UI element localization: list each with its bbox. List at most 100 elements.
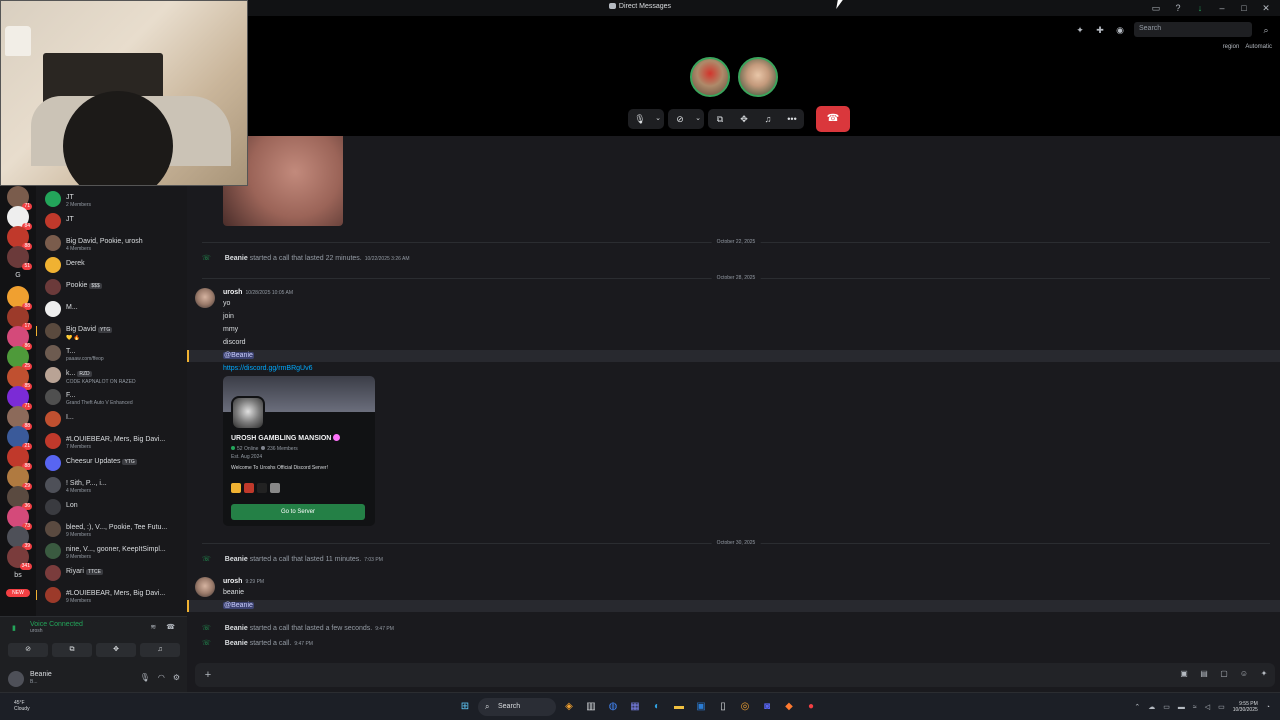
word-icon[interactable]: ▣ [692, 698, 710, 716]
gif-icon[interactable]: ▤ [1199, 669, 1209, 679]
help-icon[interactable]: ? [1172, 2, 1184, 14]
end-call-button[interactable]: ☎ [816, 106, 850, 132]
notepad-icon[interactable]: ▯ [714, 698, 732, 716]
region-selector[interactable]: region Automatic [1223, 44, 1272, 50]
sticker-icon[interactable]: ▢ [1219, 669, 1229, 679]
pin-icon[interactable]: ✦ [1074, 24, 1086, 36]
dm-item[interactable]: JT [36, 210, 187, 232]
noise-suppression-icon[interactable]: ≋ [150, 623, 156, 631]
dm-item[interactable]: Big David YTG 💛 🔥 [36, 320, 187, 342]
dm-item[interactable]: Riyari TTCE [36, 562, 187, 584]
call-user[interactable]: Beanie [225, 255, 248, 262]
message-composer[interactable]: + ▣ ▤ ▢ ☺ ✦ [195, 663, 1275, 687]
server-icon[interactable]: 17 [7, 306, 32, 330]
inbox-icon[interactable]: ▭ [1150, 2, 1162, 14]
microphone-icon[interactable]: 🎙 [140, 673, 150, 682]
dm-item[interactable]: k... RZD CODE KAPNALOT ON RAZED [36, 364, 187, 386]
participant-avatar[interactable] [690, 57, 730, 97]
avatar[interactable] [195, 577, 215, 597]
more-icon[interactable]: ••• [780, 109, 804, 129]
notifications-icon[interactable]: ◔ [1266, 704, 1270, 711]
wifi-icon[interactable]: ≈ [1193, 704, 1197, 711]
server-icon[interactable]: 71 [7, 386, 32, 410]
display-icon[interactable]: ▬ [1178, 704, 1185, 711]
settings-gear-icon[interactable]: ⚙ [173, 673, 180, 682]
voice-channel[interactable]: urosh [30, 628, 83, 634]
user-profile-icon[interactable]: ◉ [1114, 24, 1126, 36]
user-name[interactable]: Beanie [30, 671, 52, 678]
activity-icon[interactable]: ✥ [96, 643, 136, 657]
dm-item[interactable]: #LOUIEBEAR, Mers, Big Davi... 7 Members [36, 430, 187, 452]
server-icon[interactable]: 85 [7, 366, 32, 390]
participant-avatar[interactable] [738, 57, 778, 97]
soundboard-icon[interactable]: ♫ [140, 643, 180, 657]
dm-item[interactable]: ! Sith, P..., i... 4 Members [36, 474, 187, 496]
dm-item[interactable]: JT 2 Members [36, 188, 187, 210]
network-icon[interactable]: ▭ [1163, 703, 1170, 711]
server-icon[interactable]: 341 [7, 546, 32, 570]
chevron-up-icon[interactable]: ⌃ [1134, 703, 1140, 711]
server-icon[interactable]: 86 [7, 326, 32, 350]
battery-icon[interactable]: ▭ [1218, 703, 1225, 711]
dm-item[interactable]: Derek [36, 254, 187, 276]
activity-icon[interactable]: ✥ [732, 109, 756, 129]
dm-item[interactable]: Pookie $$$ [36, 276, 187, 298]
browser-icon[interactable]: ◎ [736, 698, 754, 716]
windows-start-icon[interactable]: ⊞ [456, 698, 474, 716]
weather-widget[interactable]: 45°F Cloudy [14, 700, 30, 712]
call-user[interactable]: Beanie [225, 625, 248, 632]
emoji-icon[interactable]: ☺ [1239, 669, 1249, 679]
app-icon[interactable]: ● [802, 698, 820, 716]
invite-link[interactable]: https://discord.gg/rmBRgUv6 [223, 365, 312, 372]
gift-icon[interactable]: ▣ [1179, 669, 1189, 679]
screen-share-icon[interactable]: ⧉ [52, 643, 92, 657]
server-icon[interactable]: 39 [7, 526, 32, 550]
server-icon[interactable]: 88 [7, 286, 32, 310]
dm-item[interactable]: #LOUIEBEAR, Mers, Big Davi... 9 Members [36, 584, 187, 606]
message-author[interactable]: urosh [223, 578, 242, 585]
dm-item[interactable]: bleed, :), V..., Pookie, Tee Futu... 9 Me… [36, 518, 187, 540]
dm-item[interactable]: Cheesur Updates YTG [36, 452, 187, 474]
user-mention[interactable]: @Beanie [223, 602, 254, 609]
server-icon[interactable]: 88 [7, 226, 32, 250]
camera-off-icon[interactable]: ⊘ [8, 643, 48, 657]
avatar[interactable] [8, 671, 24, 687]
message-author[interactable]: urosh [223, 289, 242, 296]
dm-item[interactable]: I... [36, 408, 187, 430]
camera-off-icon[interactable]: ⊘ [668, 109, 692, 129]
plus-icon[interactable]: + [201, 668, 215, 682]
dm-item[interactable]: M... [36, 298, 187, 320]
maximize-button[interactable]: □ [1238, 2, 1250, 14]
soundboard-icon[interactable]: ♫ [756, 109, 780, 129]
close-button[interactable]: ✕ [1260, 2, 1272, 14]
call-user[interactable]: Beanie [225, 556, 248, 563]
avatar[interactable] [195, 288, 215, 308]
disconnect-icon[interactable]: ☎ [166, 623, 175, 631]
dm-item[interactable]: T... paaaw.com/ffeop [36, 342, 187, 364]
user-mention[interactable]: @Beanie [223, 352, 254, 359]
new-badge[interactable]: NEW [6, 589, 30, 597]
server-icon[interactable]: 29 [7, 466, 32, 490]
apps-icon[interactable]: ✦ [1259, 669, 1269, 679]
widgets-icon[interactable]: ◈ [560, 698, 578, 716]
file-explorer-icon[interactable]: ▬ [670, 698, 688, 716]
cloud-icon[interactable]: ☁ [1148, 703, 1155, 711]
server-icon[interactable]: 73 [7, 506, 32, 530]
dm-item[interactable]: nine, V..., gooner, KeepItSimpl... 9 Memb… [36, 540, 187, 562]
dm-item[interactable]: Lon [36, 496, 187, 518]
app-icon[interactable]: ◆ [780, 698, 798, 716]
server-icon[interactable]: 21 [7, 426, 32, 450]
edge-icon[interactable]: ◐ [648, 698, 666, 716]
server-icon[interactable]: 88 [7, 406, 32, 430]
dm-item[interactable]: F... Grand Theft Auto V Enhanced [36, 386, 187, 408]
go-to-server-button[interactable]: Go to Server [231, 504, 365, 520]
add-friend-icon[interactable]: ✚ [1094, 24, 1106, 36]
teams-icon[interactable]: ▦ [626, 698, 644, 716]
server-icon[interactable]: 88 [7, 446, 32, 470]
minimize-button[interactable]: – [1216, 2, 1228, 14]
voice-status[interactable]: Voice Connected [30, 621, 83, 628]
chrome-icon[interactable]: ◍ [604, 698, 622, 716]
server-icon[interactable]: 84 [7, 206, 32, 230]
volume-icon[interactable]: ◁ [1205, 703, 1210, 711]
taskbar-search[interactable]: ⌕ Search [478, 698, 556, 716]
